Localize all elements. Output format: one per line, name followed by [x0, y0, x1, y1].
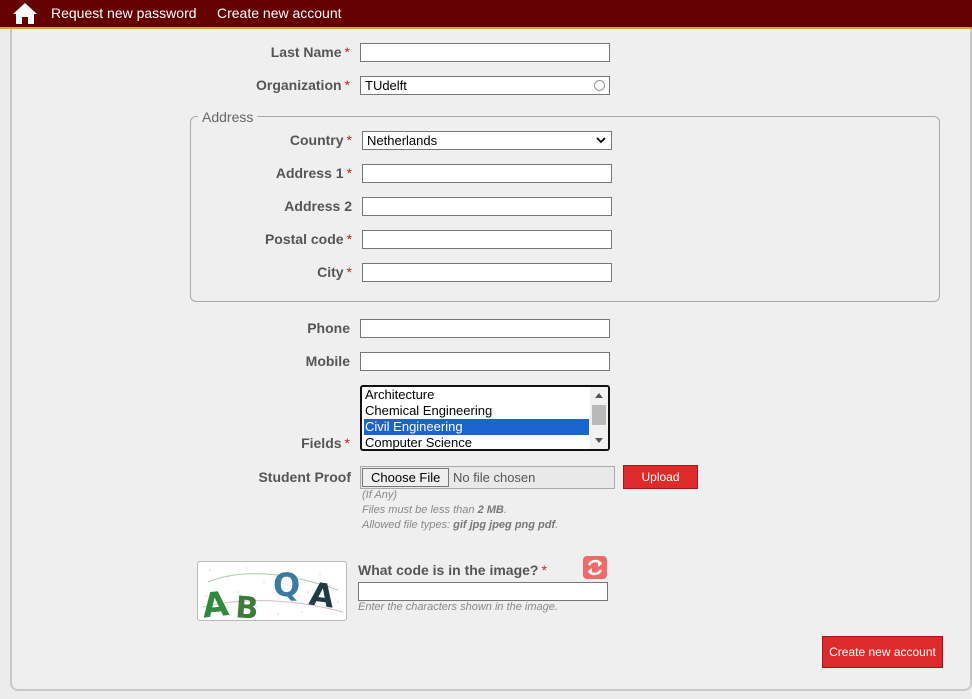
captcha-input[interactable]: [358, 582, 608, 601]
scroll-up-icon[interactable]: [594, 391, 604, 399]
city-input[interactable]: [362, 263, 612, 282]
fields-scrollbar[interactable]: [590, 387, 608, 449]
request-new-password-link[interactable]: Request new password: [51, 5, 197, 21]
postal-code-input[interactable]: [362, 230, 612, 249]
postal-code-label: Postal code *: [264, 231, 352, 247]
no-file-chosen-text: No file chosen: [453, 470, 536, 485]
scrollbar-thumb[interactable]: [592, 405, 606, 425]
mobile-input[interactable]: [360, 352, 610, 371]
phone-label: Phone: [307, 320, 350, 336]
upload-button[interactable]: Upload: [623, 465, 698, 489]
organization-value: TUdelft: [365, 78, 407, 93]
fields-label: Fields *: [301, 435, 350, 451]
fields-multiselect[interactable]: Architecture Chemical Engineering Civil …: [360, 385, 610, 451]
phone-input[interactable]: [360, 319, 610, 338]
fields-option-architecture[interactable]: Architecture: [364, 387, 589, 403]
address2-label: Address 2: [284, 198, 352, 214]
chevron-down-icon: [596, 137, 606, 144]
file-hint-optional: (If Any): [362, 489, 398, 501]
last-name-input[interactable]: [360, 43, 610, 62]
fields-option-chemical-engineering[interactable]: Chemical Engineering: [364, 403, 589, 419]
fields-option-computer-science[interactable]: Computer Science: [364, 435, 589, 449]
student-proof-file-input[interactable]: Choose File No file chosen: [360, 466, 615, 489]
captcha-refresh-button[interactable]: [583, 556, 607, 579]
top-navigation-bar: Request new password Create new account: [0, 0, 972, 29]
captcha-letter-1: A: [200, 584, 231, 621]
address-legend: Address: [198, 109, 258, 125]
scroll-down-icon[interactable]: [594, 437, 604, 445]
file-hint-size: Files must be less than 2 MB.: [362, 504, 507, 516]
captcha-image: A B Q A: [197, 561, 347, 621]
captcha-letter-2: B: [234, 590, 259, 621]
country-label: Country *: [289, 132, 352, 148]
file-hint-types: Allowed file types: gif jpg jpeg png pdf…: [362, 519, 559, 531]
address1-label: Address 1 *: [275, 165, 352, 181]
mobile-label: Mobile: [305, 353, 350, 369]
organization-input[interactable]: TUdelft: [360, 76, 610, 95]
refresh-icon: [587, 559, 603, 576]
city-label: City *: [317, 264, 352, 280]
captcha-letter-3: Q: [273, 566, 300, 604]
create-new-account-button[interactable]: Create new account: [822, 636, 943, 668]
country-select[interactable]: Netherlands: [362, 131, 612, 150]
country-value: Netherlands: [367, 133, 438, 148]
captcha-question-label: What code is in the image? *: [358, 562, 547, 578]
fields-option-civil-engineering[interactable]: Civil Engineering: [364, 419, 589, 435]
address1-input[interactable]: [362, 164, 612, 183]
create-new-account-link[interactable]: Create new account: [217, 5, 342, 21]
last-name-label: Last Name *: [270, 44, 350, 60]
organization-label: Organization *: [255, 77, 350, 93]
home-icon[interactable]: [12, 2, 38, 25]
choose-file-button[interactable]: Choose File: [362, 468, 450, 487]
captcha-hint: Enter the characters shown in the image.: [358, 601, 558, 613]
student-proof-label: Student Proof: [258, 469, 351, 485]
address2-input[interactable]: [362, 197, 612, 216]
autofill-indicator-icon: [594, 80, 605, 91]
